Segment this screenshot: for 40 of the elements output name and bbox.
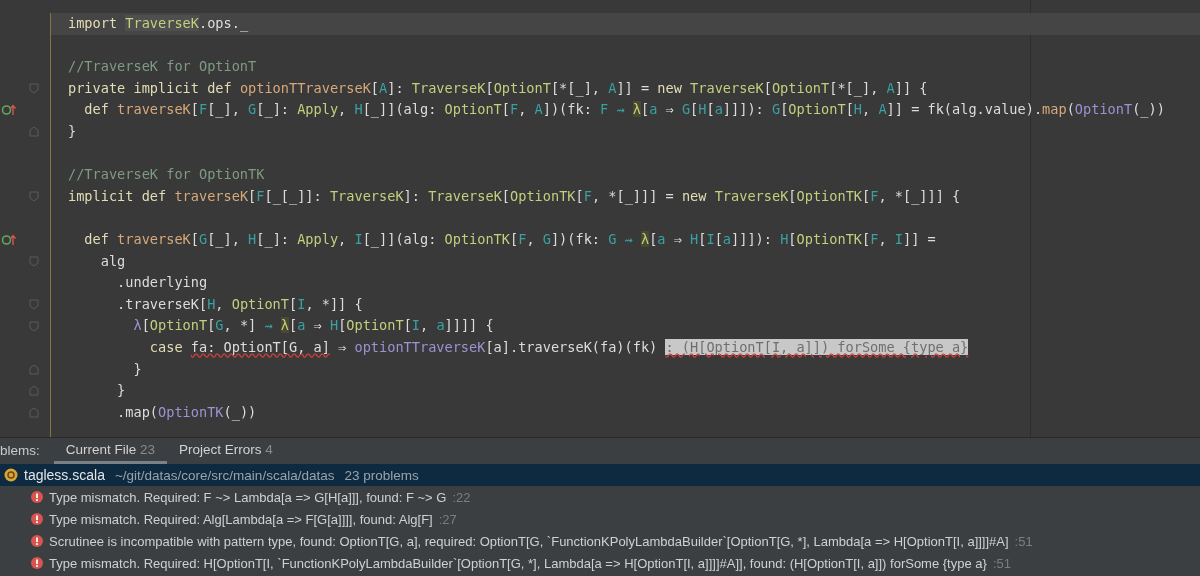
problem-row[interactable]: Type mismatch. Required: Alg[Lambda[a => F[G[a]]]], found: Alg[F] :27	[0, 508, 1200, 530]
code-line: private implicit def optionTTraverseK[A]: TraverseK[OptionT[*[_], A]] = new TraverseK[OptionT[*[_], A]] {	[68, 79, 928, 96]
problem-count: 23 problems	[344, 467, 419, 483]
error-icon	[31, 557, 43, 569]
problem-message: Scrutinee is incompatible with pattern type, found: OptionT[G, a], required: OptionT[G, `FunctionKPolyLambdaBuilder`[OptionT[G, *], Lambda[a => H[OptionT[I, a]]]]#A]	[49, 533, 1009, 549]
problem-message: Type mismatch. Required: H[OptionT[I, `FunctionKPolyLambdaBuilder`[OptionT[G, *], Lambda[a => H[OptionT[I, a]]]]#A]], found: (H[OptionT[I, a]]) forSome {type a}	[49, 555, 987, 571]
code-line: //TraverseK for OptionTK	[68, 166, 265, 183]
code-line: def traverseK[F[_], G[_]: Apply, H[_]](alg: OptionT[F, A])(fk: F ⇝ λ[a ⇒ G[H[a]]]): G[OptionT[H, A]] = fk(alg.value).map(OptionT(_))	[83, 101, 1165, 118]
problems-tab[interactable]: Project Errors 4	[167, 438, 285, 464]
code-line: def traverseK[G[_], H[_]: Apply, I[_]](alg: OptionTK[F, G])(fk: G ⇝ λ[a ⇒ H[I[a]]]): H[OptionTK[F, I]] =	[83, 230, 936, 247]
error-icon	[31, 535, 43, 547]
problem-row[interactable]: Scrutinee is incompatible with pattern type, found: OptionT[G, a], required: OptionT[G, `FunctionKPolyLambdaBuilder`[OptionT[G, *], Lambda[a => H[OptionT[I, a]]]]#A] :51	[0, 530, 1200, 552]
code-line: }	[116, 382, 126, 399]
file-name: tagless.scala	[24, 467, 105, 483]
error-icon	[31, 513, 43, 525]
problem-row[interactable]: Type mismatch. Required: H[OptionT[I, `FunctionKPolyLambdaBuilder`[OptionT[G, *], Lambda[a => H[OptionT[I, a]]]]#A]], found: (H[OptionT[I, a]]) forSome {type a} :51	[0, 552, 1200, 574]
file-path: ~/git/datas/core/src/main/scala/datas	[114, 467, 335, 483]
code-line: .underlying	[116, 274, 208, 291]
code-line: .map(OptionTK(_))	[116, 403, 257, 420]
problem-message: Type mismatch. Required: Alg[Lambda[a => F[G[a]]]], found: Alg[F]	[49, 511, 433, 527]
problem-row[interactable]: Type mismatch. Required: F ~> Lambda[a => G[H[a]]], found: F ~> G :22	[0, 486, 1200, 508]
line-number: :27	[438, 511, 457, 527]
problem-message: Type mismatch. Required: F ~> Lambda[a => G[H[a]]], found: F ~> G	[49, 489, 447, 505]
code-line: .traverseK[H, OptionT[I, *]] {	[116, 295, 363, 312]
scala-file-icon	[4, 468, 18, 482]
code-line: alg	[99, 252, 126, 269]
line-number: :51	[1014, 533, 1033, 549]
code-line: λ[OptionT[G, *] ⇝ λ[a ⇒ H[OptionT[I, a]]]] {	[132, 317, 494, 334]
code-editor[interactable]	[0, 0, 1200, 437]
file-row[interactable]: tagless.scala ~/git/datas/core/src/main/scala/datas 23 problems	[0, 464, 1200, 486]
code-line: }	[132, 360, 142, 377]
line-number: :22	[452, 489, 471, 505]
error-icon	[31, 491, 43, 503]
code-line: //TraverseK for OptionT	[68, 58, 257, 75]
panel-title: blems:	[0, 442, 41, 460]
code-line: implicit def traverseK[F[_[_]]: TraverseK]: TraverseK[OptionTK[F, *[_]]] = new TraverseK[OptionTK[F, *[_]]] {	[68, 187, 961, 204]
code-line: import TraverseK.ops._	[68, 15, 249, 31]
code-line: case fa: OptionT[G, a] ⇒ optionTTraverseK[a].traverseK(fa)(fk) : (H[OptionT[I, a]]) forSome {type a}	[148, 338, 969, 355]
line-number: :51	[992, 555, 1011, 571]
code-line: }	[68, 122, 77, 139]
